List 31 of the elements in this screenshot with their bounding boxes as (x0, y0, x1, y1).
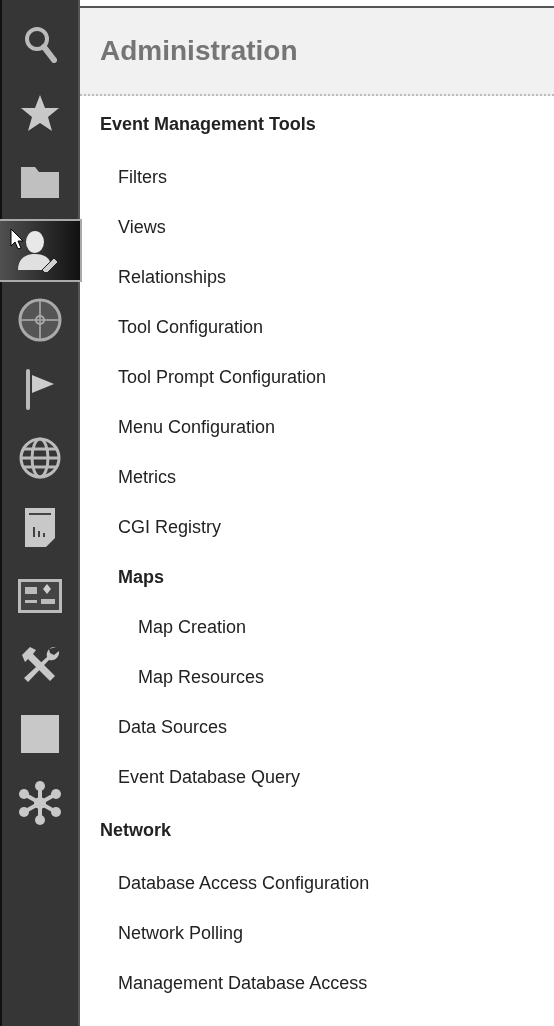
crosshair-icon (17, 296, 63, 343)
star-icon (20, 93, 60, 132)
square-icon (20, 713, 60, 754)
menu-link[interactable]: Database Access Configuration (80, 858, 554, 908)
globe-icon (18, 435, 62, 480)
menu-link[interactable]: Filters (80, 152, 554, 202)
menu-link[interactable]: Menu Configuration (80, 402, 554, 452)
menu-link[interactable]: CGI Registry (80, 502, 554, 552)
cursor-icon (10, 228, 24, 250)
menu-link[interactable]: Management Database Access (80, 958, 554, 1008)
panel-title: Administration (100, 35, 298, 67)
search-icon (23, 24, 57, 63)
menu-link[interactable]: Relationships (80, 252, 554, 302)
menu-link[interactable]: Map Resources (80, 652, 554, 702)
menu-link[interactable]: Event Database Query (80, 752, 554, 802)
menu-link[interactable]: Metrics (80, 452, 554, 502)
report-icon (24, 506, 56, 547)
menu-link[interactable]: Data Sources (80, 702, 554, 752)
group-heading: Maps (117, 565, 165, 589)
menu-link[interactable]: Views (80, 202, 554, 252)
menu-link[interactable]: Tool Configuration (80, 302, 554, 352)
asterisk-icon (18, 780, 62, 825)
dashboard-icon (17, 577, 63, 614)
menu-link[interactable]: Network Polling (80, 908, 554, 958)
sidebar-button[interactable] (0, 219, 82, 282)
user-edit-icon (16, 229, 58, 272)
menu-link[interactable]: Tool Prompt Configuration (80, 352, 554, 402)
menu-link[interactable]: Map Creation (80, 602, 554, 652)
section-heading: Event Management Tools (99, 112, 317, 136)
folder-icon (20, 164, 60, 199)
section-heading: Network (99, 818, 172, 842)
